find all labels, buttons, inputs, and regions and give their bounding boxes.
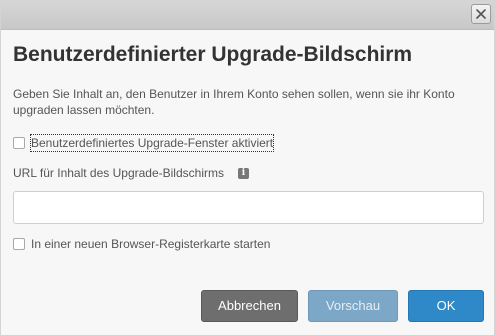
new-tab-row[interactable]: In einer neuen Browser-Registerkarte sta…: [13, 236, 270, 252]
close-button[interactable]: [471, 4, 491, 24]
cancel-button[interactable]: Abbrechen: [201, 290, 298, 322]
dialog-titlebar: [1, 1, 494, 30]
preview-button[interactable]: Vorschau: [308, 290, 398, 322]
url-field-label: URL für Inhalt des Upgrade-Bildschirms: [13, 166, 224, 180]
enable-custom-upgrade-label[interactable]: Benutzerdefiniertes Upgrade-Fenster akti…: [29, 134, 275, 152]
info-icon[interactable]: i: [237, 167, 249, 179]
enable-custom-upgrade-checkbox[interactable]: [13, 137, 25, 149]
new-tab-label[interactable]: In einer neuen Browser-Registerkarte sta…: [31, 236, 270, 252]
enable-custom-upgrade-row[interactable]: Benutzerdefiniertes Upgrade-Fenster akti…: [13, 134, 275, 152]
url-label-row: URL für Inhalt des Upgrade-Bildschirms i: [13, 166, 249, 180]
upgrade-screen-dialog: Benutzerdefinierter Upgrade-Bildschirm G…: [0, 0, 495, 336]
dialog-title: Benutzerdefinierter Upgrade-Bildschirm: [13, 43, 413, 66]
url-input[interactable]: [13, 191, 484, 224]
new-tab-checkbox[interactable]: [13, 238, 25, 250]
dialog-description: Geben Sie Inhalt an, den Benutzer in Ihr…: [13, 87, 455, 117]
ok-button[interactable]: OK: [408, 290, 484, 322]
close-icon: [476, 9, 486, 19]
